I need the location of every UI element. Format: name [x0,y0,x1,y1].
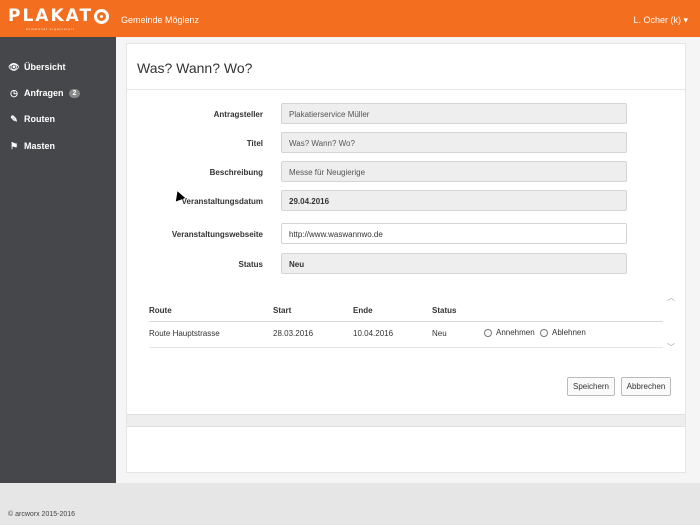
route-start-cell: 28.03.2016 [273,329,314,338]
scroll-down-icon[interactable]: ﹀ [667,342,675,353]
cancel-button[interactable]: Abbrechen [621,377,671,396]
pin-icon: ✎ [10,113,18,124]
logo-o-icon [94,8,110,24]
sidebar-item-masten[interactable]: ⚑ Masten [8,139,55,153]
reject-radio[interactable] [540,328,548,337]
applicant-field: Plakatierservice Müller [281,103,627,124]
accept-label: Annehmen [496,328,535,337]
scroll-up-icon[interactable]: ︿ [667,292,675,303]
sidebar-item-label: Routen [24,114,55,124]
sidebar-item-label: Masten [24,141,56,151]
event-date-field: 29.04.2016 [281,190,627,211]
event-date-label: Veranstaltungsdatum [181,197,263,206]
page-title: Was? Wann? Wo? [137,60,253,76]
eye-icon: 👁 [8,61,20,72]
table-header-divider [149,321,663,322]
column-header-route: Route [149,306,172,315]
column-header-start: Start [273,306,292,315]
description-field: Messe für Neugierige [281,161,627,182]
route-end-cell: 10.04.2016 [353,329,394,338]
column-header-end: Ende [353,306,373,315]
event-website-input[interactable]: http://www.waswannwo.de [281,223,627,244]
accept-option[interactable]: Annehmen [484,328,535,337]
logo-wordmark: PLAKAT [8,6,94,26]
panel-footer-bar [127,414,685,427]
plakato-logo[interactable]: PLAKAT kommunal organisiert [8,6,110,31]
title-label: Titel [246,139,263,148]
user-menu[interactable]: L. Ocher (k) ▾ [633,15,688,26]
status-label: Status [238,260,263,269]
event-website-label: Veranstaltungswebseite [171,230,263,239]
request-panel: Was? Wann? Wo? Antragsteller Plakatierse… [126,43,686,473]
applicant-label: Antragsteller [213,110,263,119]
logo-tagline: kommunal organisiert [26,27,75,31]
column-header-status: Status [432,306,457,315]
sidebar: 👁 Übersicht ◷ Anfragen 2 ✎ Routen ⚑ Mast… [0,37,116,483]
sidebar-item-label: Anfragen [24,88,64,98]
accept-radio[interactable] [484,328,492,337]
reject-label: Ablehnen [552,328,586,337]
municipality-name: Gemeinde Möglenz [121,15,200,25]
sidebar-item-anfragen[interactable]: ◷ Anfragen 2 [8,86,81,100]
route-status-cell: Neu [432,329,447,338]
description-label: Beschreibung [209,168,263,177]
main-content: Was? Wann? Wo? Antragsteller Plakatierse… [116,37,700,483]
route-name-cell: Route Hauptstrasse [149,329,220,338]
status-field: Neu [281,253,627,274]
sidebar-item-label: Übersicht [24,62,66,72]
title-field: Was? Wann? Wo? [281,132,627,153]
sidebar-item-routen[interactable]: ✎ Routen [8,112,55,126]
clock-icon: ◷ [10,87,18,98]
anfragen-count-badge: 2 [68,88,81,98]
reject-option[interactable]: Ablehnen [540,328,586,337]
table-row-divider [149,347,663,348]
flag-icon: ⚑ [9,140,19,151]
sidebar-item-uebersicht[interactable]: 👁 Übersicht [8,60,66,74]
top-bar: PLAKAT kommunal organisiert Gemeinde Mög… [0,0,700,37]
page-footer: © arcworx 2015-2016 [0,483,700,525]
save-button[interactable]: Speichern [567,377,615,396]
copyright-text: © arcworx 2015-2016 [8,511,76,518]
title-divider [127,89,685,90]
